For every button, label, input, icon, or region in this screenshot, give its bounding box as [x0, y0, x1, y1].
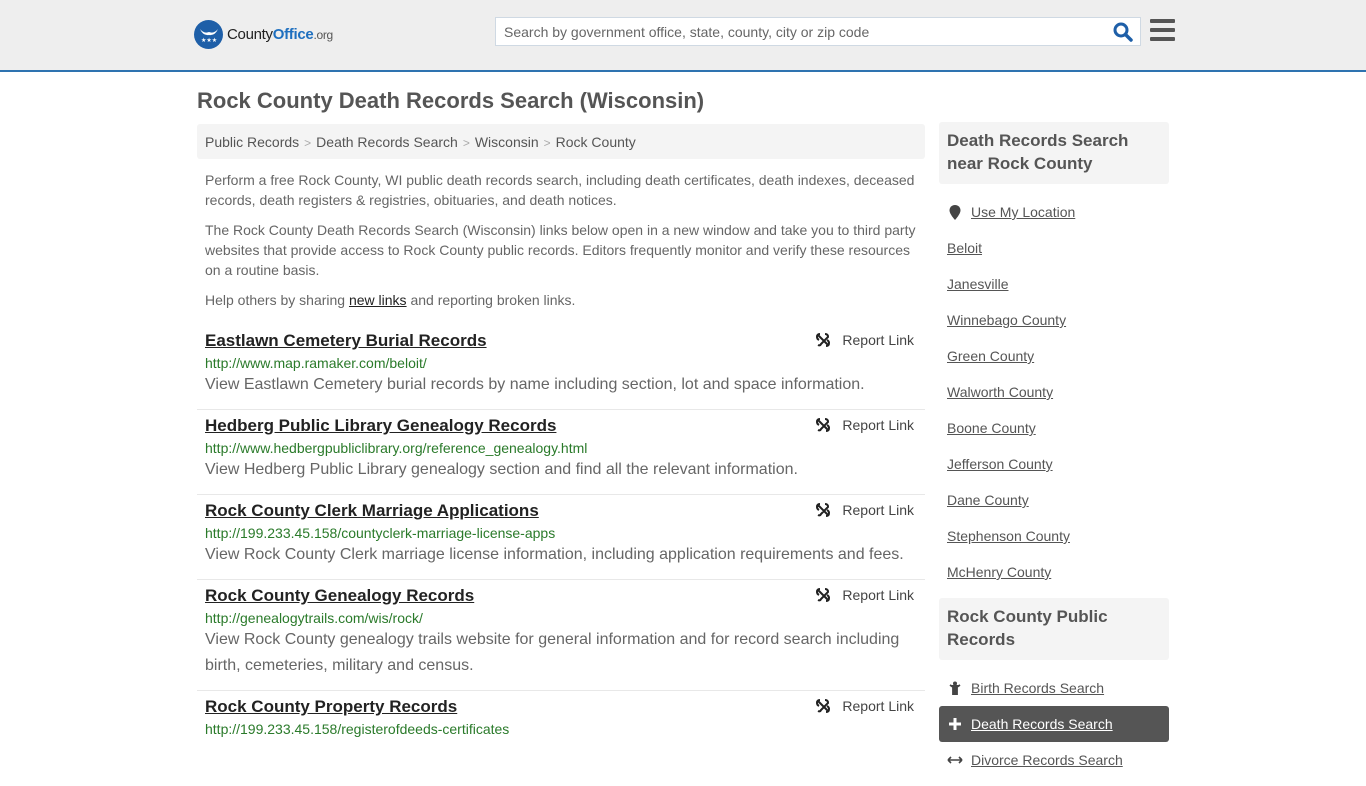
- use-my-location-item: Use My Location: [939, 194, 1169, 230]
- report-link-label: Report Link: [842, 587, 914, 603]
- hamburger-menu-icon[interactable]: [1150, 19, 1175, 42]
- result-item: Rock County Genealogy Records http://gen…: [197, 580, 925, 691]
- nearby-link-stephenson[interactable]: Stephenson County: [947, 528, 1070, 544]
- search-input[interactable]: [496, 18, 1096, 45]
- search-box: [495, 17, 1141, 46]
- result-description: View Rock County Clerk marriage license …: [205, 546, 904, 563]
- nearby-link-jefferson[interactable]: Jefferson County: [947, 456, 1053, 472]
- public-records-list: Birth Records Search Death Records Searc…: [939, 660, 1169, 786]
- public-record-item-active: Death Records Search: [939, 706, 1169, 742]
- nearby-item: Janesville: [939, 266, 1169, 302]
- birth-records-link[interactable]: Birth Records Search: [971, 680, 1104, 696]
- site-logo[interactable]: ★★★ CountyOffice.org: [194, 20, 333, 49]
- result-title-link[interactable]: Eastlawn Cemetery Burial Records: [205, 330, 487, 352]
- new-links-link[interactable]: new links: [349, 292, 407, 308]
- result-title-link[interactable]: Rock County Property Records: [205, 696, 457, 718]
- map-pin-icon: [947, 204, 963, 220]
- broken-link-icon: [816, 588, 831, 602]
- breadcrumb-separator: >: [543, 136, 551, 150]
- logo-text: CountyOffice.org: [227, 26, 333, 43]
- top-header: ★★★ CountyOffice.org: [0, 0, 1366, 72]
- nearby-item: Green County: [939, 338, 1169, 374]
- nearby-item: Winnebago County: [939, 302, 1169, 338]
- report-link-button[interactable]: Report Link: [815, 587, 914, 603]
- result-url: http://www.map.ramaker.com/beloit/: [205, 355, 427, 371]
- nearby-link-mchenry[interactable]: McHenry County: [947, 564, 1051, 580]
- result-description: View Rock County genealogy trails websit…: [205, 631, 900, 674]
- breadcrumb-separator: >: [462, 136, 470, 150]
- result-title-link[interactable]: Rock County Clerk Marriage Applications: [205, 500, 539, 522]
- broken-link-icon: [816, 333, 831, 347]
- nearby-item: Walworth County: [939, 374, 1169, 410]
- help-prefix: Help others by sharing: [205, 292, 349, 308]
- report-link-label: Report Link: [842, 502, 914, 518]
- nearby-item: McHenry County: [939, 554, 1169, 590]
- breadcrumb-public-records[interactable]: Public Records: [205, 134, 299, 150]
- baby-icon: [947, 681, 963, 695]
- nearby-link-green[interactable]: Green County: [947, 348, 1034, 364]
- disclaimer-paragraph: The Rock County Death Records Search (Wi…: [205, 222, 916, 278]
- plus-cross-icon: [947, 718, 963, 730]
- report-link-button[interactable]: Report Link: [815, 502, 914, 518]
- report-link-label: Report Link: [842, 332, 914, 348]
- use-my-location-link[interactable]: Use My Location: [971, 204, 1075, 220]
- nearby-item: Dane County: [939, 482, 1169, 518]
- svg-text:★★★: ★★★: [201, 37, 217, 44]
- page-title: Rock County Death Records Search (Wiscon…: [197, 88, 705, 113]
- results-list: Eastlawn Cemetery Burial Records http://…: [197, 325, 925, 749]
- logo-county: County: [227, 26, 273, 43]
- help-suffix: and reporting broken links.: [406, 292, 576, 308]
- nearby-item: Beloit: [939, 230, 1169, 266]
- public-record-item: Divorce Records Search: [939, 742, 1169, 778]
- report-link-button[interactable]: Report Link: [815, 698, 914, 714]
- result-item: Eastlawn Cemetery Burial Records http://…: [197, 325, 925, 410]
- result-url: http://genealogytrails.com/wis/rock/: [205, 610, 423, 626]
- report-link-button[interactable]: Report Link: [815, 332, 914, 348]
- result-item: Hedberg Public Library Genealogy Records…: [197, 410, 925, 495]
- nearby-link-walworth[interactable]: Walworth County: [947, 384, 1053, 400]
- help-paragraph: Help others by sharing new links and rep…: [205, 290, 920, 310]
- breadcrumb-death-records[interactable]: Death Records Search: [316, 134, 458, 150]
- nearby-item: Stephenson County: [939, 518, 1169, 554]
- broken-link-icon: [816, 418, 831, 432]
- nearby-item: Jefferson County: [939, 446, 1169, 482]
- result-item: Rock County Property Records http://199.…: [197, 691, 925, 749]
- result-description: View Hedberg Public Library genealogy se…: [205, 461, 798, 478]
- nearby-item: Boone County: [939, 410, 1169, 446]
- nearby-list: Use My Location Beloit Janesville Winneb…: [939, 184, 1169, 598]
- arrows-split-icon: [947, 755, 963, 765]
- nearby-link-janesville[interactable]: Janesville: [947, 276, 1008, 292]
- report-link-label: Report Link: [842, 417, 914, 433]
- breadcrumb: Public Records > Death Records Search > Wisc…: [197, 124, 925, 159]
- nearby-link-boone[interactable]: Boone County: [947, 420, 1036, 436]
- result-url: http://199.233.45.158/registerofdeeds-ce…: [205, 721, 510, 737]
- eagle-logo-icon: ★★★: [194, 20, 223, 49]
- breadcrumb-separator: >: [304, 136, 312, 150]
- sidebar: Death Records Search near Rock County Us…: [939, 122, 1169, 786]
- nearby-link-beloit[interactable]: Beloit: [947, 240, 982, 256]
- breadcrumb-rock-county: Rock County: [555, 134, 636, 150]
- public-record-item: Birth Records Search: [939, 670, 1169, 706]
- result-item: Rock County Clerk Marriage Applications …: [197, 495, 925, 580]
- report-link-label: Report Link: [842, 698, 914, 714]
- logo-tld: .org: [313, 28, 333, 42]
- logo-office: Office: [272, 26, 314, 43]
- public-records-heading: Rock County Public Records: [939, 598, 1169, 660]
- death-records-link[interactable]: Death Records Search: [971, 716, 1113, 732]
- result-description: View Eastlawn Cemetery burial records by…: [205, 376, 865, 393]
- breadcrumb-wisconsin[interactable]: Wisconsin: [475, 134, 539, 150]
- nearby-link-dane[interactable]: Dane County: [947, 492, 1029, 508]
- broken-link-icon: [816, 503, 831, 517]
- result-url: http://199.233.45.158/countyclerk-marria…: [205, 525, 556, 541]
- result-title-link[interactable]: Hedberg Public Library Genealogy Records: [205, 415, 556, 437]
- nearby-heading: Death Records Search near Rock County: [939, 122, 1169, 184]
- result-url: http://www.hedbergpubliclibrary.org/refe…: [205, 440, 588, 456]
- report-link-button[interactable]: Report Link: [815, 417, 914, 433]
- result-title-link[interactable]: Rock County Genealogy Records: [205, 585, 474, 607]
- divorce-records-link[interactable]: Divorce Records Search: [971, 752, 1123, 768]
- broken-link-icon: [816, 699, 831, 713]
- search-icon[interactable]: [1112, 21, 1134, 43]
- nearby-link-winnebago[interactable]: Winnebago County: [947, 312, 1066, 328]
- intro-paragraph: Perform a free Rock County, WI public de…: [205, 172, 915, 208]
